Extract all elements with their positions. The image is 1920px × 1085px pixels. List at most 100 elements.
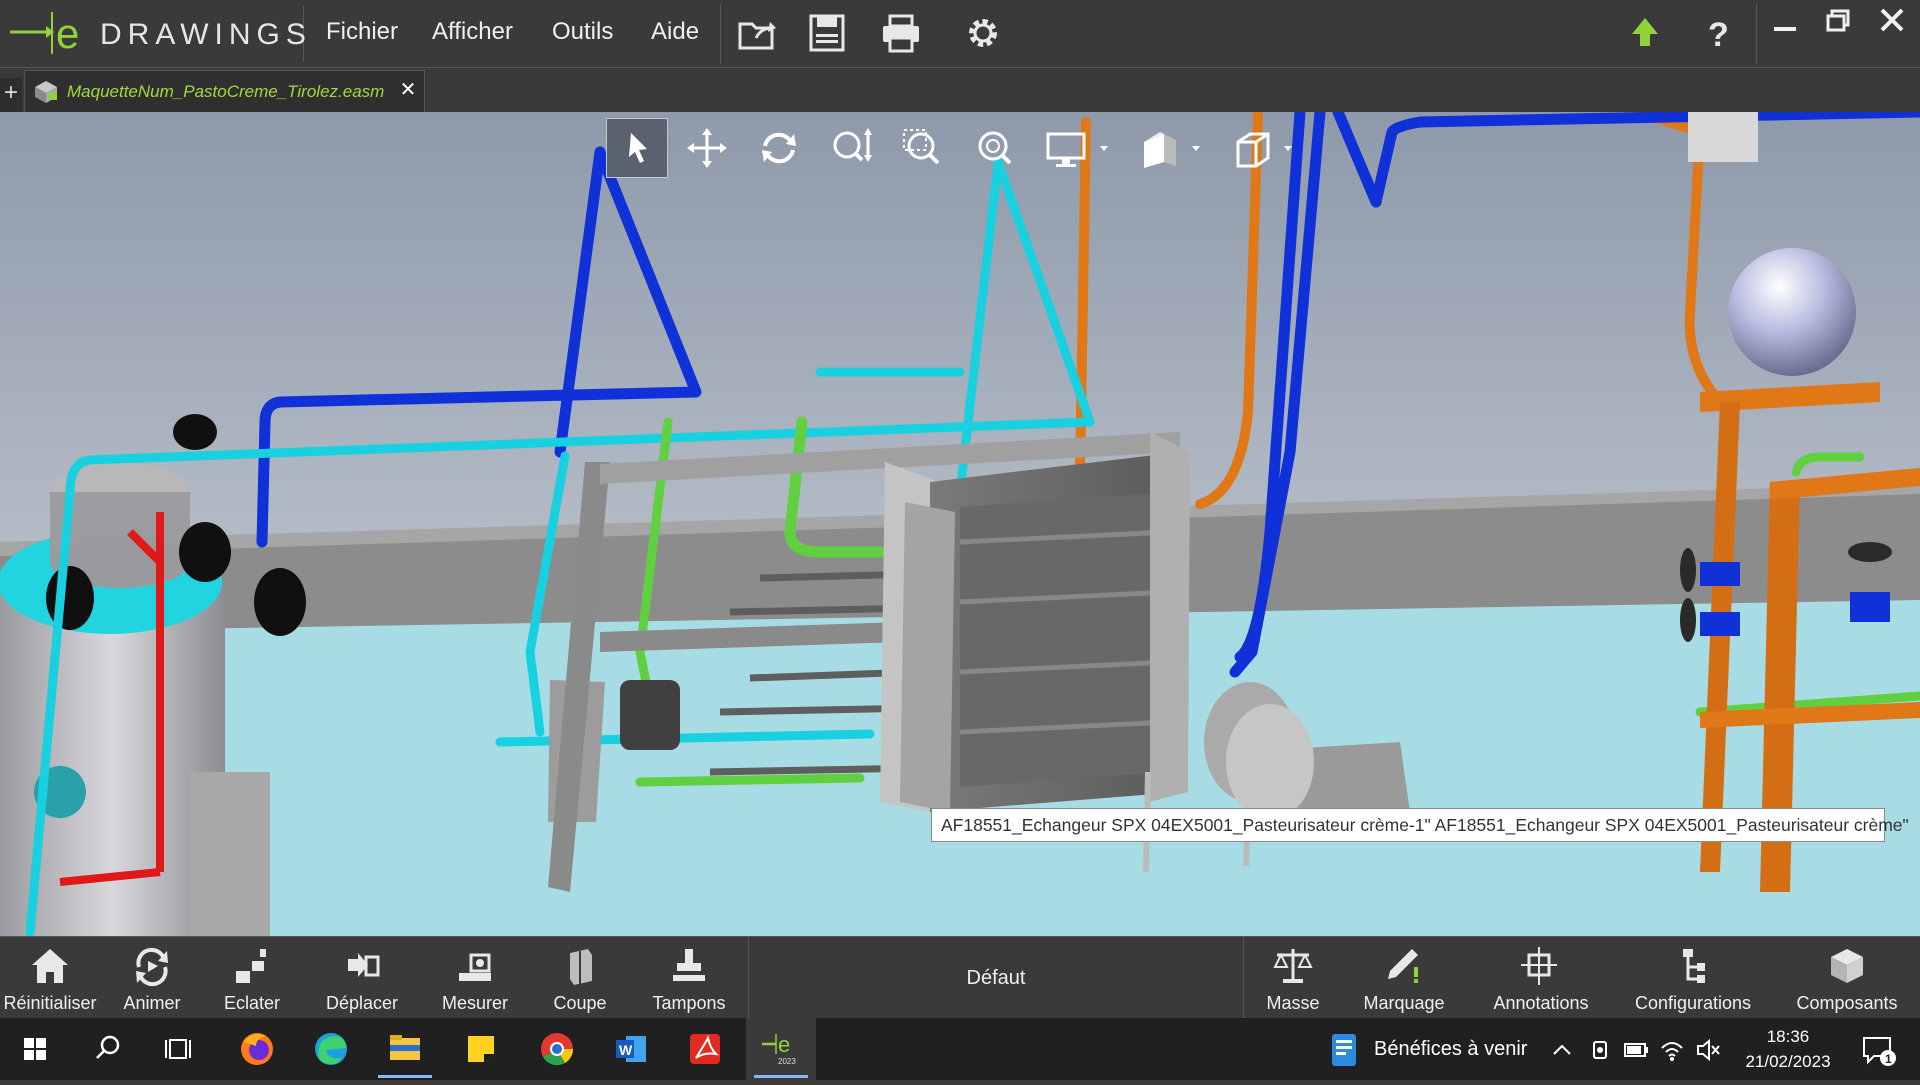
edrawings-logo-icon: e [10, 10, 79, 57]
news-widget[interactable]: Bénéfices à venir [1326, 1030, 1556, 1070]
battery-button[interactable] [1622, 1036, 1650, 1064]
menu-fichier[interactable]: Fichier [326, 18, 398, 46]
task-view-icon [165, 1039, 191, 1059]
start-button[interactable] [0, 1018, 70, 1080]
menu-afficher[interactable]: Afficher [432, 18, 513, 46]
print-button[interactable] [878, 10, 924, 56]
search-icon [96, 1035, 120, 1059]
divider [1756, 4, 1757, 64]
active-indicator [754, 1075, 808, 1078]
reset-button[interactable]: Réinitialiser [0, 937, 100, 1019]
components-icon [1831, 949, 1863, 983]
firefox-icon [241, 1033, 273, 1065]
svg-text:e: e [56, 10, 79, 57]
display-style-dropdown[interactable] [1036, 118, 1114, 178]
edge-taskbar-button[interactable] [296, 1018, 366, 1080]
volume-button[interactable] [1694, 1036, 1722, 1064]
rotate-tool[interactable] [748, 118, 810, 178]
stamps-button[interactable]: Tampons [640, 937, 738, 1019]
zoom-tool[interactable] [820, 118, 882, 178]
svg-text:W: W [619, 1042, 633, 1058]
help-button[interactable]: ? [1696, 10, 1742, 56]
document-tab[interactable]: MaquetteNum_PastoCreme_Tirolez.easm ✕ [24, 70, 425, 112]
explode-label: Eclater [223, 993, 281, 1013]
task-view-button[interactable] [144, 1018, 214, 1080]
folder-icon [390, 1035, 420, 1060]
search-button[interactable] [72, 1018, 142, 1080]
move-component-icon [348, 953, 380, 977]
move-label: Déplacer [325, 993, 399, 1013]
annotations-button[interactable]: Annotations [1480, 937, 1602, 1019]
svg-text:1: 1 [1885, 1052, 1892, 1066]
select-tool[interactable] [606, 118, 668, 178]
restore-icon [1826, 9, 1850, 32]
section-icon [570, 949, 592, 985]
meet-now-button[interactable] [1586, 1036, 1614, 1064]
svg-text:?: ? [1708, 16, 1729, 54]
mass-button[interactable]: Masse [1248, 937, 1338, 1019]
file-explorer-taskbar-button[interactable] [370, 1018, 440, 1080]
view-orientation-dropdown[interactable] [1224, 118, 1302, 178]
acrobat-taskbar-button[interactable] [670, 1018, 740, 1080]
active-configuration[interactable]: Défaut [748, 937, 1244, 1019]
document-tab-label: MaquetteNum_PastoCreme_Tirolez.easm [67, 82, 385, 101]
upload-button[interactable] [1622, 10, 1668, 56]
rotate-icon [762, 132, 796, 164]
section-button[interactable]: Coupe [540, 937, 620, 1019]
explode-icon [236, 949, 266, 983]
svg-text:e: e [778, 1032, 790, 1057]
tab-close-icon[interactable]: ✕ [395, 77, 421, 103]
mass-label: Masse [1266, 993, 1320, 1013]
move-component-button[interactable]: Déplacer [310, 937, 414, 1019]
zoom-to-fit-tool[interactable] [964, 118, 1026, 178]
3d-viewport[interactable]: AF18551_Echangeur SPX 04EX5001_Pasteuris… [0, 112, 1920, 936]
shading-dropdown[interactable] [1130, 118, 1208, 178]
windows-taskbar: W e 2023 Bénéfices à venir 18:36 21/02/20… [0, 1018, 1920, 1080]
stamps-label: Tampons [652, 993, 726, 1013]
save-icon [809, 14, 845, 52]
chrome-taskbar-button[interactable] [522, 1018, 592, 1080]
settings-button[interactable] [960, 10, 1006, 56]
configurations-button[interactable]: Configurations [1628, 937, 1758, 1019]
animate-button[interactable]: Animer [104, 937, 200, 1019]
home-icon [32, 949, 68, 983]
mass-scale-icon [1273, 949, 1313, 983]
notifications-button[interactable]: 1 [1858, 1032, 1898, 1068]
component-tooltip: AF18551_Echangeur SPX 04EX5001_Pasteuris… [931, 808, 1909, 842]
measure-button[interactable]: Mesurer [430, 937, 520, 1019]
chevron-up-icon [1553, 1044, 1571, 1055]
restore-button[interactable] [1812, 2, 1864, 42]
menu-aide[interactable]: Aide [651, 18, 699, 46]
menu-outils[interactable]: Outils [552, 18, 613, 46]
edrawings-taskbar-button[interactable]: e 2023 [746, 1018, 816, 1080]
configurations-label: Configurations [1634, 993, 1752, 1013]
close-icon [1880, 8, 1904, 32]
edrawings-logo: e DRAWINGS [6, 6, 306, 62]
save-button[interactable] [804, 10, 850, 56]
markup-button[interactable]: Marquage [1354, 937, 1454, 1019]
battery-icon [1624, 1043, 1648, 1057]
expansion-vessel[interactable] [1728, 248, 1856, 376]
zoom-to-area-tool[interactable] [892, 118, 954, 178]
sticky-notes-taskbar-button[interactable] [446, 1018, 516, 1080]
pan-tool[interactable] [676, 118, 738, 178]
system-clock[interactable]: 18:36 21/02/2023 [1740, 1024, 1836, 1074]
open-button[interactable] [734, 10, 780, 56]
minimize-icon [1774, 27, 1796, 31]
assembly-icon [35, 81, 57, 103]
firefox-taskbar-button[interactable] [222, 1018, 292, 1080]
wifi-button[interactable] [1658, 1036, 1686, 1064]
edrawings-2023-icon: e2023 [762, 1032, 796, 1066]
new-tab-button[interactable]: + [0, 78, 22, 112]
minimize-button[interactable] [1758, 2, 1810, 42]
tray-overflow-button[interactable] [1548, 1036, 1576, 1064]
cursor-icon [629, 133, 647, 163]
explode-button[interactable]: Eclater [204, 937, 300, 1019]
title-bar: e DRAWINGS Fichier Afficher Outils Aide [0, 0, 1920, 68]
close-window-button[interactable] [1866, 2, 1918, 42]
animate-icon [136, 947, 168, 987]
edge-icon [315, 1033, 347, 1065]
components-button[interactable]: Composants [1784, 937, 1910, 1019]
word-taskbar-button[interactable]: W [596, 1018, 666, 1080]
shaded-views-icon [1144, 132, 1200, 168]
